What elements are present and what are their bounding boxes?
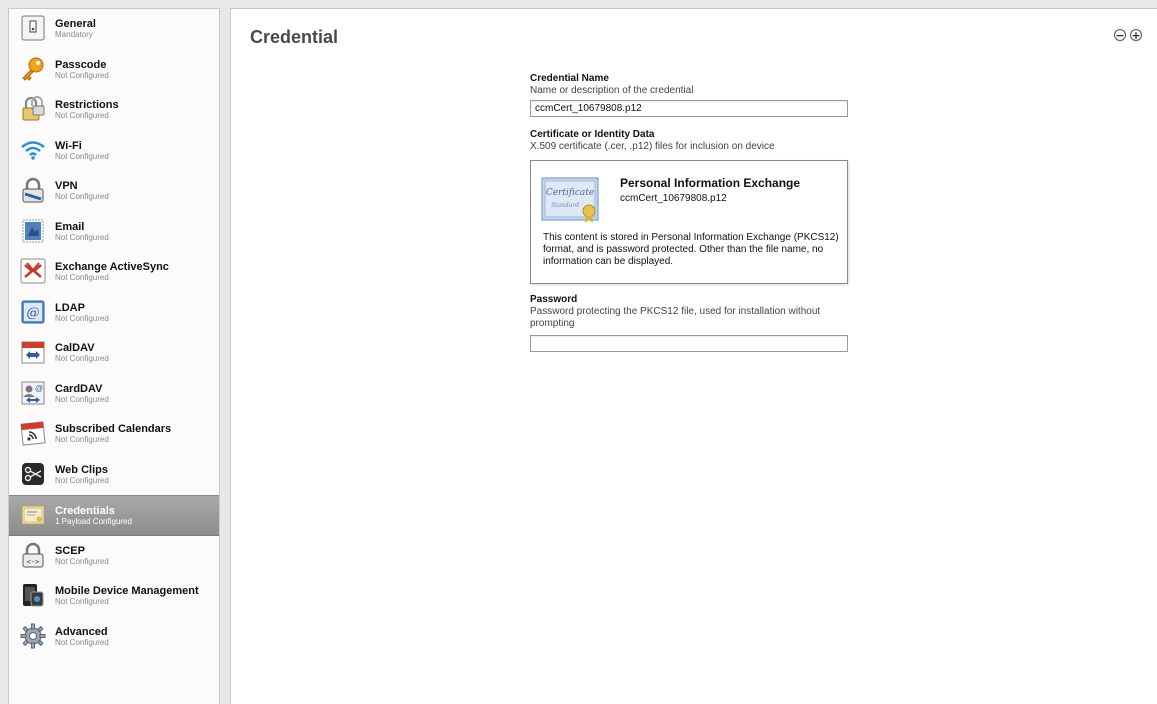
sidebar-item-mobile-device-management[interactable]: Mobile Device Management Not Configured: [9, 576, 219, 617]
password-field[interactable]: [530, 335, 848, 352]
sidebar-item-credentials[interactable]: Credentials 1 Payload Configured: [9, 495, 219, 536]
sidebar-item-status: Not Configured: [55, 273, 109, 282]
contacts-sync-icon: @: [20, 380, 46, 406]
sidebar-item-general[interactable]: General Mandatory: [9, 9, 219, 50]
sidebar-item-status: Not Configured: [55, 556, 109, 566]
sidebar-item-title: CardDAV: [55, 382, 103, 395]
sidebar-item-status: Not Configured: [55, 435, 109, 444]
sidebar-item-subscribed-calendars[interactable]: Subscribed Calendars Not Configured: [9, 414, 219, 455]
page-title: Credential: [250, 27, 339, 47]
payload-sidebar: General Mandatory Passcode Not Configure…: [8, 8, 220, 704]
certificate-type-title: Personal Information Exchange: [620, 176, 801, 190]
sidebar-item-status: Not Configured: [55, 70, 109, 80]
credential-form: Credential Name Name or description of t…: [530, 73, 852, 352]
sidebar-item-scep[interactable]: <·> SCEP Not Configured: [9, 536, 219, 577]
sidebar-item-status: Not Configured: [55, 232, 109, 242]
certificate-icon-text: Certificate: [546, 188, 594, 198]
svg-text:@: @: [27, 306, 40, 321]
ldap-at-icon: @: [20, 299, 46, 325]
add-payload-button[interactable]: +: [1130, 29, 1142, 41]
wifi-icon: [20, 137, 46, 163]
sidebar-item-title: Advanced: [55, 625, 108, 638]
calendar-feed-icon: [20, 420, 46, 446]
padlock-icon: [20, 96, 46, 122]
sidebar-item-title: Wi-Fi: [55, 139, 82, 152]
mdm-device-icon: [20, 582, 46, 608]
password-description: Password protecting the PKCS12 file, use…: [530, 306, 821, 329]
certificate-document-icon: Certificate Standard: [541, 174, 601, 224]
sidebar-item-title: LDAP: [55, 301, 85, 314]
vpn-lock-icon: [20, 177, 46, 203]
calendar-sync-icon: [20, 339, 46, 365]
sidebar-item-passcode[interactable]: Passcode Not Configured: [9, 50, 219, 91]
sidebar-item-title: CalDAV: [55, 342, 95, 354]
exchange-icon: [20, 258, 46, 284]
scep-lock-icon: <·>: [20, 542, 46, 568]
sidebar-item-title: Subscribed Calendars: [55, 423, 172, 435]
sidebar-item-wifi[interactable]: Wi-Fi Not Configured: [9, 131, 219, 172]
sidebar-item-title: Exchange ActiveSync: [55, 261, 169, 273]
certificate-data-label: Certificate or Identity Data: [530, 129, 655, 140]
gear-icon: [20, 623, 46, 649]
sidebar-item-title: Email: [55, 220, 85, 233]
sidebar-item-title: Passcode: [55, 58, 107, 71]
sidebar-item-status: 1 Payload Configured: [55, 517, 132, 526]
sidebar-item-title: SCEP: [55, 544, 85, 557]
remove-payload-button[interactable]: −: [1114, 29, 1126, 41]
sidebar-item-exchange-activesync[interactable]: Exchange ActiveSync Not Configured: [9, 252, 219, 293]
sidebar-item-status: Not Configured: [55, 475, 109, 485]
scissors-icon: [20, 461, 46, 487]
email-stamp-icon: [20, 218, 46, 244]
general-icon: [20, 15, 46, 41]
sidebar-item-status: Not Configured: [55, 354, 109, 363]
sidebar-item-carddav[interactable]: @ CardDAV Not Configured: [9, 374, 219, 415]
certificate-drop-area[interactable]: Certificate Standard Personal Informatio…: [530, 160, 848, 284]
sidebar-item-status: Not Configured: [55, 192, 109, 201]
sidebar-item-title: General: [55, 18, 96, 30]
sidebar-item-status: Not Configured: [55, 313, 109, 323]
credential-panel: Credential − + Credential Name Name or d…: [230, 8, 1157, 704]
sidebar-item-title: Mobile Device Management: [55, 585, 199, 597]
sidebar-item-status: Not Configured: [55, 394, 109, 404]
sidebar-item-advanced[interactable]: Advanced Not Configured: [9, 617, 219, 658]
svg-text:@: @: [35, 384, 43, 393]
sidebar-item-status: Not Configured: [55, 151, 109, 161]
sidebar-item-title: Restrictions: [55, 99, 119, 111]
svg-text:<·>: <·>: [27, 558, 40, 566]
certificate-info-note: This content is stored in Personal Infor…: [543, 232, 839, 267]
sidebar-item-status: Not Configured: [55, 637, 109, 647]
sidebar-item-status: Not Configured: [55, 111, 109, 120]
sidebar-item-title: VPN: [55, 180, 78, 192]
certificate-icon-subtext: Standard: [551, 202, 579, 209]
sidebar-item-vpn[interactable]: VPN Not Configured: [9, 171, 219, 212]
credential-name-label: Credential Name: [530, 73, 609, 84]
sidebar-item-email[interactable]: Email Not Configured: [9, 212, 219, 253]
payload-count-controls: − +: [1114, 29, 1142, 41]
credential-name-description: Name or description of the credential: [530, 85, 694, 96]
password-label: Password: [530, 294, 578, 305]
certificate-data-description: X.509 certificate (.cer, .p12) files for…: [530, 141, 775, 152]
key-icon: [20, 56, 46, 82]
credential-name-field[interactable]: ccmCert_10679808.p12: [530, 100, 848, 117]
sidebar-item-title: Web Clips: [55, 463, 108, 476]
sidebar-item-caldav[interactable]: CalDAV Not Configured: [9, 333, 219, 374]
certificate-file-name: ccmCert_10679808.p12: [620, 193, 727, 204]
sidebar-item-title: Credentials: [55, 505, 115, 517]
sidebar-item-web-clips[interactable]: Web Clips Not Configured: [9, 455, 219, 496]
sidebar-item-status: Not Configured: [55, 597, 109, 606]
certificate-icon: [20, 502, 46, 528]
sidebar-item-status: Mandatory: [55, 30, 93, 39]
sidebar-item-ldap[interactable]: @ LDAP Not Configured: [9, 293, 219, 334]
sidebar-item-restrictions[interactable]: Restrictions Not Configured: [9, 90, 219, 131]
